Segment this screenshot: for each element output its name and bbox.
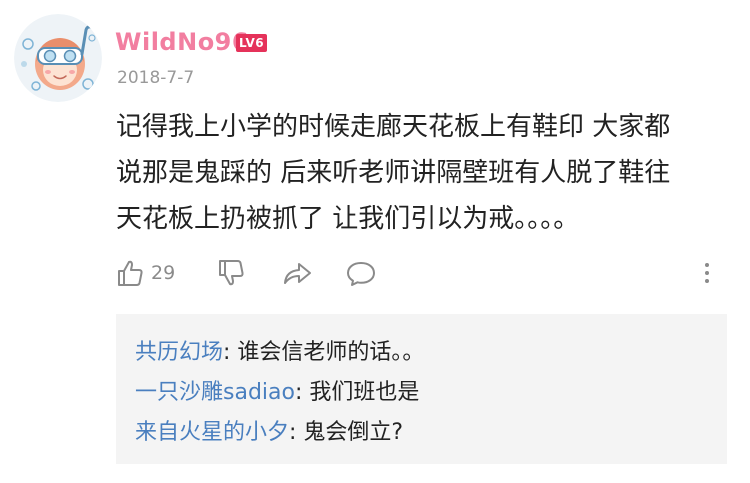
reply-text: 我们班也是 <box>309 380 420 405</box>
reply-item[interactable]: 共历幻场: 谁会信老师的话。。 <box>135 338 424 368</box>
vertical-dots-icon <box>701 258 713 288</box>
avatar[interactable] <box>14 14 102 102</box>
reply-separator: : <box>294 380 310 405</box>
level-badge: LV6 <box>236 34 268 52</box>
comment-actions: 29 <box>115 255 725 291</box>
reply-list[interactable]: 共历幻场: 谁会信老师的话。。 一只沙雕sadiao: 我们班也是 来自火星的小… <box>116 314 727 464</box>
comment-content-line: 说那是鬼踩的 后来听老师讲隔壁班有人脱了鞋往 <box>116 158 671 188</box>
comment-content-line: 记得我上小学的时候走廊天花板上有鞋印 大家都 <box>116 112 671 142</box>
avatar-image <box>14 14 102 102</box>
comment-card: WildNo96 LV6 2018-7-7 记得我上小学的时候走廊天花板上有鞋印… <box>0 0 750 483</box>
reply-item[interactable]: 来自火星的小夕: 鬼会倒立? <box>135 418 403 448</box>
dislike-button[interactable] <box>216 255 246 291</box>
speech-bubble-icon <box>345 258 377 288</box>
more-options-button[interactable] <box>701 255 713 291</box>
reply-author[interactable]: 一只沙雕sadiao <box>135 380 295 405</box>
reply-separator: : <box>223 340 238 365</box>
like-button[interactable]: 29 <box>115 255 175 291</box>
reply-text: 鬼会倒立? <box>303 420 404 445</box>
share-button[interactable] <box>281 255 313 291</box>
reply-text: 谁会信老师的话。。 <box>237 340 425 365</box>
share-arrow-icon <box>281 258 313 288</box>
reply-author[interactable]: 来自火星的小夕 <box>135 420 289 445</box>
comment-content-line: 天花板上扔被抓了 让我们引以为戒。。。。 <box>116 204 580 234</box>
thumbs-up-icon <box>115 258 145 288</box>
reply-separator: : <box>289 420 304 445</box>
comment-date: 2018-7-7 <box>117 68 195 88</box>
reply-button[interactable] <box>345 255 377 291</box>
thumbs-down-icon <box>216 258 246 288</box>
comment-content: 记得我上小学的时候走廊天花板上有鞋印 大家都 说那是鬼踩的 后来听老师讲隔壁班有… <box>116 104 736 242</box>
reply-author[interactable]: 共历幻场 <box>135 340 223 365</box>
like-count: 29 <box>151 262 176 284</box>
username[interactable]: WildNo96 <box>115 28 249 56</box>
reply-item[interactable]: 一只沙雕sadiao: 我们班也是 <box>135 378 419 408</box>
